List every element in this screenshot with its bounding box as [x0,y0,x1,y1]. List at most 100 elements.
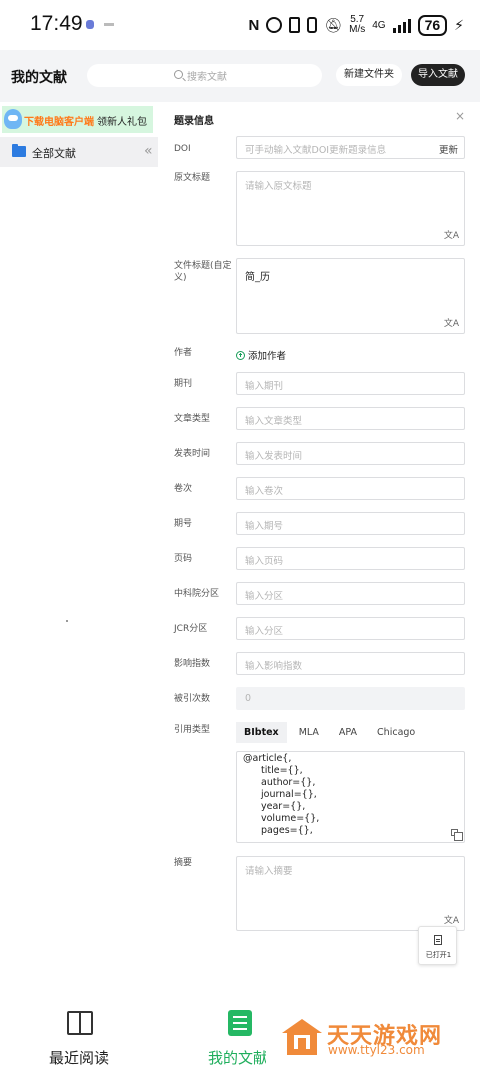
author-label: 作者 [174,348,193,358]
new-folder-button[interactable]: 新建文件夹 [336,64,402,86]
pages-label: 页码 [174,554,193,564]
volume-placeholder: 输入卷次 [245,486,284,497]
jcr-zone-field[interactable]: 输入分区 [236,617,465,640]
tab-apa[interactable]: APA [331,722,365,743]
copy-icon[interactable] [451,829,463,841]
jcr-zone-placeholder: 输入分区 [245,626,284,637]
issue-label: 期号 [174,519,193,529]
citation-line: journal={}, [261,789,317,800]
file-title-label: 文件标题(自定 义) [174,260,232,284]
alarm-icon [266,17,283,33]
orig-title-placeholder: 请输入原文标题 [245,181,312,192]
issue-field[interactable]: 输入期号 [236,512,465,535]
citations-field: 0 [236,687,465,710]
impact-label: 影响指数 [174,659,211,669]
opened-docs-button[interactable]: 已打开1 [418,926,457,965]
status-icons: N 🔕︎ 5.7 M/s 4G 76 ⚡︎ [248,13,464,37]
file-title-label-line1: 文件标题(自定 [174,261,232,271]
battery-indicator: 76 [417,14,448,36]
download-client-banner[interactable]: 下载电脑客户端 领新人礼包 [2,106,153,133]
document-icon [434,935,442,945]
cas-zone-placeholder: 输入分区 [245,591,284,602]
article-type-placeholder: 输入文章类型 [245,416,303,427]
abstract-label: 摘要 [174,858,193,868]
search-icon [174,70,183,79]
vibrate-icon [307,17,318,33]
volume-field[interactable]: 输入卷次 [236,477,465,500]
status-time: 17:49 [30,12,83,35]
nfc-icon: N [248,16,260,34]
import-docs-button[interactable]: 导入文献 [411,64,465,86]
network-type: 4G [372,19,386,31]
article-type-field[interactable]: 输入文章类型 [236,407,465,430]
tab-mla[interactable]: MLA [291,722,327,743]
charging-icon: ⚡︎ [454,16,464,33]
signal-icon [392,17,411,33]
orig-title-field[interactable]: 请输入原文标题 文A [236,171,465,246]
tab-chicago[interactable]: Chicago [369,722,423,743]
citation-line: @article{, [243,753,292,764]
citations-value: 0 [245,693,252,704]
watermark-url: www.ttyl23.com [328,1043,425,1057]
citation-text-box[interactable]: @article{, title={}, author={}, journal=… [236,751,465,843]
net-speed-unit: M/s [349,24,366,35]
sidebar-item-all-docs[interactable]: 全部文献 « [0,137,158,167]
translate-icon[interactable]: 文A [444,917,459,926]
mute-icon: 🔕︎ [324,16,343,33]
citation-info-panel: 题录信息 × DOI 可手动输入文献DOI更新题录信息 更新 原文标题 请输入原… [158,102,480,998]
panel-title: 题录信息 [174,116,214,127]
search-placeholder: 搜索文献 [187,72,227,83]
doi-field[interactable]: 可手动输入文献DOI更新题录信息 更新 [236,136,465,159]
cas-zone-label: 中科院分区 [174,589,220,599]
doi-label: DOI [174,144,191,154]
abstract-field[interactable]: 请输入摘要 文A [236,856,465,931]
citation-line: author={}, [261,777,316,788]
divider-dot [66,620,68,622]
citation-line: volume={}, [261,813,320,824]
collapse-sidebar-icon[interactable]: « [144,144,153,158]
translate-icon[interactable]: 文A [444,232,459,241]
pages-placeholder: 输入页码 [245,556,284,567]
sidebar: 下载电脑客户端 领新人礼包 全部文献 « [0,102,158,998]
issue-placeholder: 输入期号 [245,521,284,532]
book-icon [67,1011,93,1035]
translate-icon[interactable]: 文A [444,320,459,329]
close-icon[interactable]: × [455,110,465,122]
notification-dot-icon [104,23,114,26]
file-title-field[interactable]: 简_历 文A [236,258,465,334]
volume-label: 卷次 [174,484,193,494]
pages-field[interactable]: 输入页码 [236,547,465,570]
journal-field[interactable]: 输入期刊 [236,372,465,395]
impact-field[interactable]: 输入影响指数 [236,652,465,675]
jcr-zone-label: JCR分区 [174,624,208,634]
add-author-button[interactable]: 添加作者 [236,348,286,362]
promo-highlight: 下载电脑客户端 [24,117,94,128]
tab-bibtex[interactable]: BIbtex [236,722,287,743]
folder-icon [12,144,26,157]
add-author-label: 添加作者 [248,351,287,362]
cite-type-label: 引用类型 [174,725,211,735]
top-bar: 我的文献 搜索文献 新建文件夹 导入文献 [0,50,480,102]
mascot-icon [4,109,22,129]
file-title-value: 简_历 [245,272,270,283]
abstract-placeholder: 请输入摘要 [245,866,293,877]
search-input[interactable]: 搜索文献 [87,64,322,87]
cite-format-tabs: BIbtex MLA APA Chicago [236,722,427,743]
nav-recent-label: 最近阅读 [49,1049,110,1067]
bluetooth-icon [289,17,301,33]
doi-update-button[interactable]: 更新 [439,142,458,156]
publish-time-label: 发表时间 [174,449,211,459]
list-icon [228,1010,252,1036]
opened-docs-label: 已打开1 [425,951,452,959]
publish-time-field[interactable]: 输入发表时间 [236,442,465,465]
impact-placeholder: 输入影响指数 [245,661,303,672]
nav-my-docs-label: 我的文献 [208,1049,266,1067]
orig-title-label: 原文标题 [174,173,211,183]
status-bar: 17:49 N 🔕︎ 5.7 M/s 4G 76 ⚡︎ [0,0,480,50]
cas-zone-field[interactable]: 输入分区 [236,582,465,605]
citation-lines: @article{, title={}, author={}, journal=… [243,753,319,837]
citation-line: title={}, [261,765,303,776]
promo-text: 领新人礼包 [97,117,147,128]
article-type-label: 文章类型 [174,414,211,424]
doi-placeholder: 可手动输入文献DOI更新题录信息 [245,145,387,156]
